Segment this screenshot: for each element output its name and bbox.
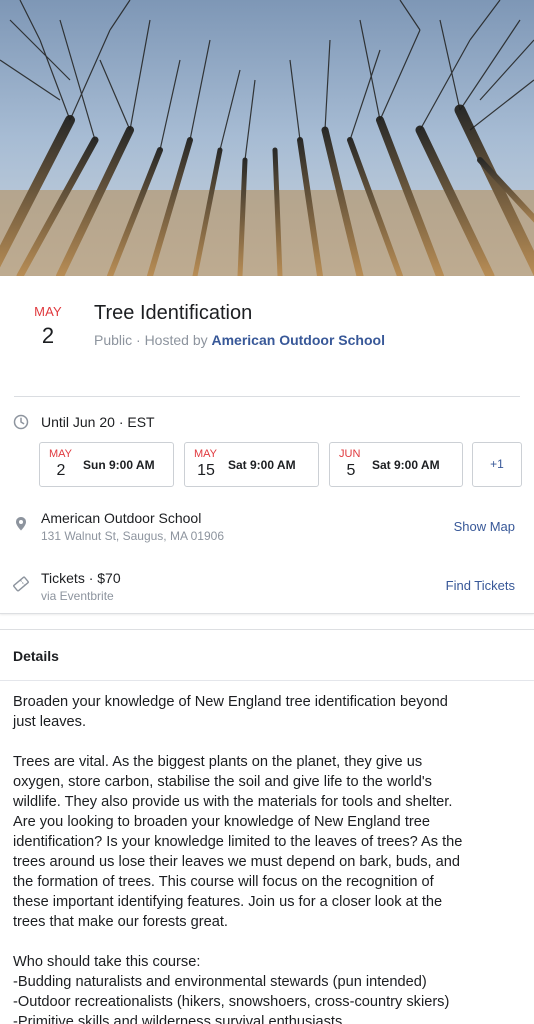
event-title: Tree Identification	[94, 302, 253, 324]
ticket-icon	[13, 576, 29, 592]
occurrence-time: Sat 9:00 AM	[372, 458, 440, 472]
event-date-badge: MAY 2	[28, 304, 68, 349]
audience-list: Who should take this course: -Budding na…	[13, 952, 525, 1024]
tickets-source: via Eventbrite	[41, 589, 114, 603]
clock-icon	[13, 414, 29, 430]
occurrence-date-button[interactable]: JUN 5 Sat 9:00 AM	[329, 442, 463, 487]
details-heading: Details	[13, 648, 59, 664]
tickets-label: Tickets · $70	[41, 570, 121, 586]
info-divider	[14, 396, 520, 397]
forest-canopy-image	[0, 0, 534, 276]
audience-list-item: -Primitive skills and wilderness surviva…	[13, 1014, 343, 1024]
occurrence-day: 5	[346, 462, 356, 479]
event-day: 2	[41, 323, 55, 348]
details-body: Broaden your knowledge of New England tr…	[13, 692, 525, 1024]
show-map-link[interactable]: Show Map	[454, 519, 515, 534]
audience-list-heading: Who should take this course:	[13, 954, 201, 970]
event-cover-photo	[0, 0, 534, 276]
location-pin-icon	[16, 517, 26, 531]
occurrence-time: Sun 9:00 AM	[83, 458, 155, 472]
audience-list-item: -Outdoor recreationalists (hikers, snows…	[13, 994, 450, 1010]
event-host-link[interactable]: American Outdoor School	[212, 332, 385, 348]
event-privacy: Public · Hosted by	[94, 332, 212, 348]
occurrence-date-button[interactable]: MAY 2 Sun 9:00 AM	[39, 442, 174, 487]
location-address: 131 Walnut St, Saugus, MA 01906	[41, 529, 225, 543]
details-paragraph: Broaden your knowledge of New England tr…	[13, 694, 448, 730]
event-info-card: MAY 2 Tree Identification Public · Hoste…	[0, 276, 534, 614]
occurrence-month: MAY	[194, 448, 218, 460]
occurrence-day: 2	[56, 462, 66, 479]
find-tickets-link[interactable]: Find Tickets	[446, 578, 515, 593]
event-subtitle: Public · Hosted by American Outdoor Scho…	[94, 332, 385, 348]
audience-list-item: -Budding naturalists and environmental s…	[13, 974, 427, 990]
occurrence-date-button[interactable]: MAY 15 Sat 9:00 AM	[184, 442, 319, 487]
details-paragraph: Trees are vital. As the biggest plants o…	[13, 754, 463, 930]
occurrence-month: MAY	[49, 448, 73, 460]
occurrence-day: 15	[197, 462, 215, 479]
occurrence-time: Sat 9:00 AM	[228, 458, 296, 472]
location-name: American Outdoor School	[41, 510, 202, 526]
details-divider	[0, 680, 534, 681]
details-card: Details Broaden your knowledge of New En…	[0, 629, 534, 1024]
more-dates-button[interactable]: +1	[472, 442, 522, 487]
schedule-until: Until Jun 20 · EST	[41, 414, 155, 430]
event-month: MAY	[34, 304, 62, 319]
occurrence-month: JUN	[339, 448, 361, 460]
